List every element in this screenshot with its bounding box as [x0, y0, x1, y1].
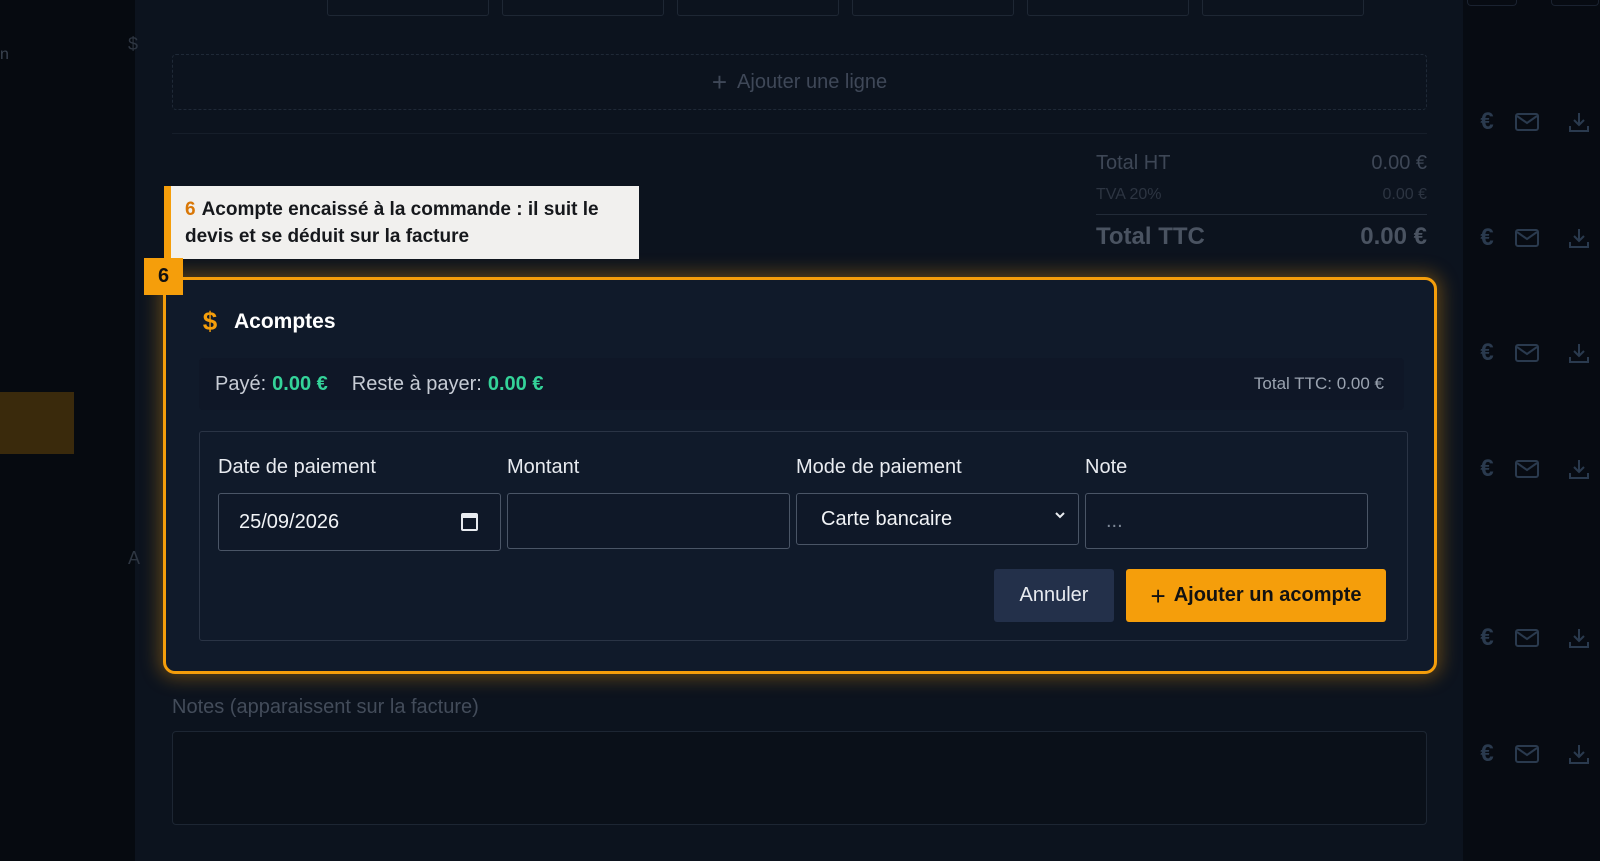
invoice-row-actions: €: [1463, 449, 1600, 489]
line-item-cell[interactable]: [1202, 0, 1364, 16]
download-icon[interactable]: [1559, 449, 1599, 489]
euro-icon[interactable]: €: [1467, 449, 1507, 489]
date-label: Date de paiement: [218, 456, 376, 478]
acompte-form: Date de paiement 25/09/2026 Montant Mode…: [199, 431, 1408, 641]
sidebar-active-item[interactable]: [0, 392, 74, 454]
payment-mode-label: Mode de paiement: [796, 456, 962, 478]
note-field: Note ...: [1085, 456, 1368, 549]
tooltip-text: Acompte encaissé à la commande : il suit…: [185, 199, 599, 247]
totals-block: Total HT 0.00 € TVA 20% 0.00 € Total TTC…: [1096, 152, 1427, 251]
tva-row: TVA 20% 0.00 €: [1096, 186, 1427, 210]
line-item-cell[interactable]: [677, 0, 839, 16]
guide-tooltip: 6 Acompte encaissé à la commande : il sui…: [164, 186, 639, 259]
sidebar-text: n: [0, 46, 9, 63]
total-ht-row: Total HT 0.00 €: [1096, 152, 1427, 186]
total-ht-value: 0.00 €: [1371, 152, 1427, 174]
euro-icon[interactable]: €: [1467, 333, 1507, 373]
payment-mode-value: Carte bancaire: [821, 507, 953, 530]
date-value: 25/09/2026: [239, 510, 340, 533]
mail-icon[interactable]: [1507, 102, 1547, 142]
top-action-button[interactable]: [1551, 0, 1599, 6]
remaining-value: 0.00 €: [487, 372, 544, 395]
total-ht-label: Total HT: [1096, 152, 1171, 174]
euro-icon[interactable]: €: [1467, 734, 1507, 774]
mail-icon[interactable]: [1507, 734, 1547, 774]
note-placeholder: ...: [1106, 509, 1123, 532]
notes-textarea[interactable]: [172, 731, 1427, 825]
mail-icon[interactable]: [1507, 218, 1547, 258]
card-title: Acomptes: [234, 309, 336, 333]
tva-label: TVA 20%: [1096, 186, 1162, 203]
euro-icon[interactable]: €: [1467, 218, 1507, 258]
line-item-cells: [327, 0, 1364, 16]
amount-field: Montant: [507, 456, 790, 549]
card-header: $ Acomptes: [202, 306, 336, 337]
paid-label: Payé:: [215, 372, 267, 395]
cancel-button[interactable]: Annuler: [994, 569, 1114, 622]
amount-input[interactable]: [507, 493, 790, 549]
invoice-row-actions: €: [1463, 218, 1600, 258]
download-icon[interactable]: [1559, 618, 1599, 658]
invoice-row-actions: €: [1463, 102, 1600, 142]
tva-value: 0.00 €: [1382, 186, 1427, 203]
payment-mode-field: Mode de paiement Carte bancaire: [796, 456, 1079, 545]
notes-label: Notes (apparaissent sur la facture): [172, 696, 479, 718]
line-item-cell[interactable]: [502, 0, 664, 16]
plus-icon: +: [711, 67, 728, 97]
line-item-cell[interactable]: [1027, 0, 1189, 16]
download-icon[interactable]: [1559, 218, 1599, 258]
plus-icon: +: [1150, 580, 1166, 611]
payment-summary: Payé: 0.00 € Reste à payer: 0.00 € Total…: [199, 358, 1404, 410]
date-input[interactable]: 25/09/2026: [218, 493, 501, 551]
invoice-row-actions: €: [1463, 333, 1600, 373]
add-acompte-button[interactable]: + Ajouter un acompte: [1126, 569, 1386, 622]
sidebar-letter: $: [128, 34, 139, 54]
euro-icon[interactable]: €: [1467, 618, 1507, 658]
invoice-row-actions: €: [1463, 618, 1600, 658]
download-icon[interactable]: [1559, 333, 1599, 373]
mail-icon[interactable]: [1507, 449, 1547, 489]
amount-label: Montant: [507, 456, 580, 478]
add-line-button[interactable]: + Ajouter une ligne: [172, 54, 1427, 110]
tooltip-step-number: 6: [185, 199, 196, 220]
sidebar-letter: A: [128, 548, 141, 568]
calendar-icon[interactable]: [461, 513, 478, 531]
download-icon[interactable]: [1559, 102, 1599, 142]
line-item-cell[interactable]: [327, 0, 489, 16]
acomptes-card: $ Acomptes Payé: 0.00 € Reste à payer: 0…: [163, 277, 1437, 674]
line-item-cell[interactable]: [852, 0, 1014, 16]
mail-icon[interactable]: [1507, 333, 1547, 373]
total-ttc-label: Total TTC: [1096, 223, 1205, 250]
note-input[interactable]: ...: [1085, 493, 1368, 549]
divider: [1096, 214, 1427, 215]
note-label: Note: [1085, 456, 1128, 478]
euro-icon[interactable]: €: [1467, 102, 1507, 142]
add-line-label: Ajouter une ligne: [737, 70, 888, 93]
mail-icon[interactable]: [1507, 618, 1547, 658]
download-icon[interactable]: [1559, 734, 1599, 774]
dollar-icon: $: [202, 306, 218, 336]
invoice-row-actions: €: [1463, 734, 1600, 774]
step-badge: 6: [144, 258, 183, 295]
divider: [172, 133, 1427, 134]
total-ttc-value: 0.00 €: [1360, 223, 1427, 250]
remaining-label: Reste à payer:: [351, 372, 482, 395]
payment-mode-select[interactable]: Carte bancaire: [796, 493, 1079, 545]
total-ttc-summary: Total TTC: 0.00 €: [1253, 374, 1384, 393]
top-action-button[interactable]: [1467, 0, 1517, 6]
chevron-down-icon: [1055, 512, 1065, 519]
add-acompte-label: Ajouter un acompte: [1173, 584, 1362, 606]
paid-value: 0.00 €: [272, 372, 328, 395]
total-ttc-row: Total TTC 0.00 €: [1096, 223, 1427, 251]
date-field: Date de paiement 25/09/2026: [218, 456, 501, 551]
